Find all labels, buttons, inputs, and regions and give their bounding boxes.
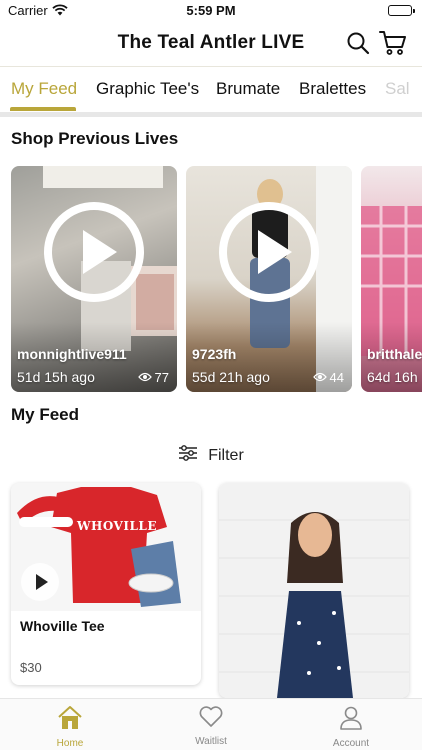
status-bar: Carrier 5:59 PM — [0, 0, 422, 22]
play-icon[interactable] — [21, 563, 59, 601]
live-host-name: britthale — [367, 346, 422, 362]
account-icon — [338, 706, 364, 735]
play-icon[interactable] — [219, 202, 319, 302]
view-count: 44 — [312, 370, 344, 385]
filter-control[interactable]: Filter — [0, 444, 422, 467]
search-icon[interactable] — [346, 31, 370, 60]
tab-my-feed[interactable]: My Feed — [11, 79, 77, 99]
tab-bralettes[interactable]: Bralettes — [299, 79, 366, 99]
play-icon[interactable] — [44, 202, 144, 302]
view-count: 77 — [137, 370, 169, 385]
live-age: 51d 15h ago — [17, 369, 95, 385]
previous-lives-heading: Shop Previous Lives — [11, 129, 179, 148]
product-image: WHOVILLE — [11, 483, 201, 611]
clock: 5:59 PM — [186, 3, 236, 18]
category-tabs: My Feed Graphic Tee's Brumate Bralettes … — [0, 66, 422, 112]
cart-icon[interactable] — [379, 29, 407, 62]
nav-home[interactable]: Home — [20, 705, 120, 749]
live-age: 64d 16h — [367, 369, 418, 385]
heart-icon — [198, 706, 224, 733]
shirt-print: WHOVILLE — [77, 519, 158, 533]
product-name: Whoville Tee — [20, 618, 105, 634]
bottom-nav: Home Waitlist Account — [0, 698, 422, 750]
battery-icon — [388, 5, 415, 16]
active-tab-indicator — [10, 107, 76, 111]
my-feed-heading: My Feed — [11, 405, 80, 424]
product-price: $30 — [20, 660, 42, 675]
filter-icon — [178, 444, 198, 467]
live-age: 55d 21h ago — [192, 369, 270, 385]
live-card[interactable]: britthale 64d 16h — [361, 166, 422, 392]
eye-icon — [312, 370, 327, 385]
nav-account[interactable]: Account — [301, 705, 401, 749]
nav-waitlist[interactable]: Waitlist — [161, 705, 261, 747]
tab-graphic-tees[interactable]: Graphic Tee's — [96, 79, 199, 99]
divider — [0, 112, 422, 117]
live-card[interactable]: 9723fh 55d 21h ago 44 — [186, 166, 352, 392]
nav-home-label: Home — [56, 738, 84, 749]
home-icon — [56, 706, 84, 735]
live-card[interactable]: monnightlive911 51d 15h ago 77 — [11, 166, 177, 392]
tab-sale[interactable]: Sal — [385, 79, 410, 99]
view-count-value: 44 — [329, 370, 344, 385]
live-host-name: monnightlive911 — [17, 346, 127, 362]
live-host-name: 9723fh — [192, 346, 237, 362]
nav-waitlist-label: Waitlist — [195, 736, 227, 747]
product-card[interactable] — [219, 483, 409, 698]
app-header: The Teal Antler LIVE — [0, 22, 422, 66]
eye-icon — [137, 370, 152, 385]
filter-label: Filter — [208, 446, 244, 464]
view-count-value: 77 — [154, 370, 169, 385]
product-image — [219, 483, 409, 698]
tab-brumate[interactable]: Brumate — [216, 79, 280, 99]
nav-account-label: Account — [332, 738, 370, 749]
product-card[interactable]: WHOVILLE Whoville Tee $30 — [11, 483, 201, 685]
